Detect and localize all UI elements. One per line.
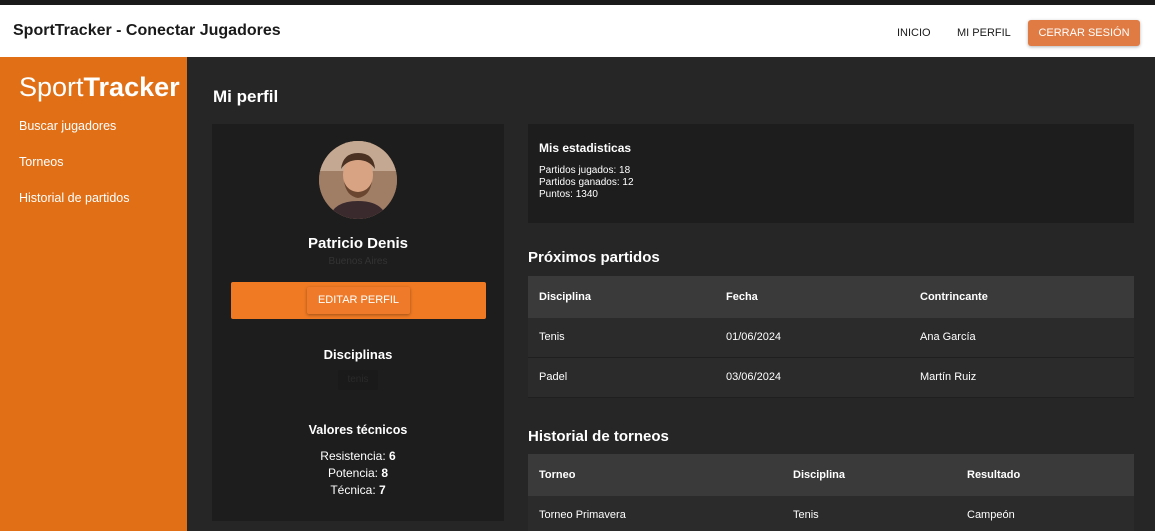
discipline-chip: tenis xyxy=(338,370,378,390)
upcoming-matches-title: Próximos partidos xyxy=(528,249,660,266)
tech-values-title: Valores técnicos xyxy=(308,423,408,437)
column-header: Contrincante xyxy=(920,291,988,303)
table-cell: 01/06/2024 xyxy=(726,331,782,343)
nav-home-link[interactable]: INICIO xyxy=(897,27,931,39)
profile-card: Patricio Denis Buenos Aires EDITAR PERFI… xyxy=(212,124,504,521)
tech-tecnica: Técnica: 7 xyxy=(330,483,386,497)
column-header: Resultado xyxy=(967,469,1021,481)
table-cell: Campeón xyxy=(967,509,1015,521)
nav-profile-link[interactable]: MI PERFIL xyxy=(957,27,1011,39)
tournament-history-table: Torneo Disciplina Resultado Torneo Prima… xyxy=(528,454,1134,531)
upcoming-matches-table: Disciplina Fecha Contrincante Tenis 01/0… xyxy=(528,276,1134,400)
table-row[interactable]: Torneo Primavera Tenis Campeón xyxy=(528,496,1134,531)
profile-name: Patricio Denis xyxy=(307,235,409,252)
main-content: Mi perfil Patricio Denis Buenos Aires ED… xyxy=(187,57,1155,531)
sidebar-item-historial[interactable]: Historial de partidos xyxy=(19,191,129,205)
app-bar: SportTracker - Conectar Jugadores INICIO… xyxy=(0,5,1155,57)
table-cell: Martín Ruiz xyxy=(920,371,977,383)
sidebar-item-torneos[interactable]: Torneos xyxy=(19,155,63,169)
stat-matches-won: Partidos ganados: 12 xyxy=(539,177,634,188)
logout-button[interactable]: CERRAR SESIÓN xyxy=(1028,20,1140,46)
table-header: Disciplina Fecha Contrincante xyxy=(528,276,1134,318)
tournament-history-title: Historial de torneos xyxy=(528,428,669,445)
edit-profile-bar: EDITAR PERFIL xyxy=(231,282,486,319)
table-row[interactable]: Tenis 01/06/2024 Ana García xyxy=(528,318,1134,358)
table-cell: Tenis xyxy=(793,509,819,521)
table-cell: 03/06/2024 xyxy=(726,371,782,383)
stat-matches-played: Partidos jugados: 18 xyxy=(539,165,631,176)
table-row[interactable]: Padel 03/06/2024 Martín Ruiz xyxy=(528,358,1134,398)
sidebar-item-buscar-jugadores[interactable]: Buscar jugadores xyxy=(19,119,116,133)
brand-light-text: Sport xyxy=(19,72,84,102)
app-title: SportTracker - Conectar Jugadores xyxy=(13,22,281,39)
stats-title: Mis estadisticas xyxy=(539,141,632,155)
table-cell: Ana García xyxy=(920,331,976,343)
sidebar: SportTracker Buscar jugadores Torneos Hi… xyxy=(0,57,187,531)
tech-resistencia: Resistencia: 6 xyxy=(320,449,396,463)
column-header: Disciplina xyxy=(793,469,845,481)
stats-card: Mis estadisticas Partidos jugados: 18 Pa… xyxy=(528,124,1134,223)
table-header: Torneo Disciplina Resultado xyxy=(528,454,1134,496)
column-header: Torneo xyxy=(539,469,576,481)
table-cell: Padel xyxy=(539,371,568,383)
column-header: Fecha xyxy=(726,291,758,303)
avatar xyxy=(319,141,397,219)
edit-profile-button[interactable]: EDITAR PERFIL xyxy=(307,287,410,314)
brand-logo: SportTracker xyxy=(19,72,180,103)
brand-bold-text: Tracker xyxy=(83,72,180,102)
column-header: Disciplina xyxy=(539,291,591,303)
table-cell: Tenis xyxy=(539,331,565,343)
page-title: Mi perfil xyxy=(213,87,279,106)
table-cell: Torneo Primavera xyxy=(539,509,626,521)
disciplines-title: Disciplinas xyxy=(323,347,393,362)
avatar-photo xyxy=(319,141,397,219)
stat-points: Puntos: 1340 xyxy=(539,189,598,200)
tech-potencia: Potencia: 8 xyxy=(327,466,389,480)
profile-city: Buenos Aires xyxy=(328,256,388,267)
